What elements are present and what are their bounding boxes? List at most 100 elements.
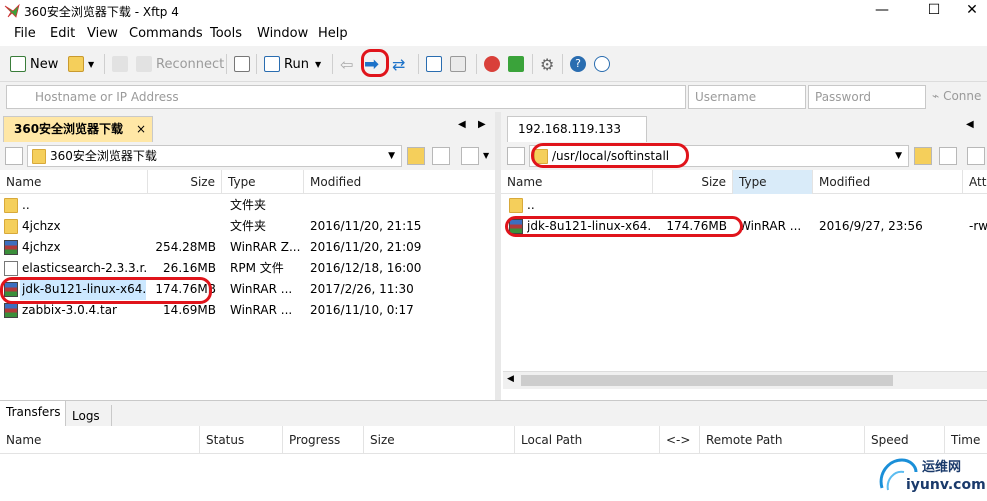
column-size[interactable]: Size: [653, 170, 733, 194]
parent-folder-icon[interactable]: [914, 147, 932, 165]
watermark-text-top: 运维网: [922, 460, 962, 475]
menu-view[interactable]: View: [87, 26, 118, 41]
column-time-left[interactable]: Time L: [945, 426, 987, 475]
column-speed[interactable]: Speed: [865, 426, 945, 454]
file-name: 4jchzx: [22, 219, 61, 233]
reconnect-button[interactable]: Reconnect: [136, 54, 224, 74]
column-modified[interactable]: Modified: [304, 170, 495, 194]
column-remote-path[interactable]: Remote Path: [700, 426, 865, 454]
password-input[interactable]: Password: [808, 85, 926, 109]
column-progress[interactable]: Progress: [283, 426, 364, 454]
tab-close-icon[interactable]: ×: [136, 117, 146, 141]
panel-toggle-icon[interactable]: [5, 147, 23, 165]
run-button[interactable]: Run ▼: [264, 54, 321, 74]
file-type: WinRAR ...: [230, 282, 293, 296]
column-direction[interactable]: <->: [660, 426, 700, 454]
column-attr[interactable]: Attr: [963, 170, 987, 194]
menu-window[interactable]: Window: [257, 26, 308, 41]
new-button[interactable]: New: [10, 54, 58, 74]
arrow-left-icon: ⇦: [340, 54, 354, 74]
close-button[interactable]: ✕: [952, 0, 987, 22]
sync-button[interactable]: ⇄: [392, 54, 405, 74]
column-size[interactable]: Size: [148, 170, 222, 194]
file-name: jdk-8u121-linux-x64...: [22, 282, 146, 296]
tab-scroll-left-icon[interactable]: ◀: [966, 119, 974, 130]
left-path-combo[interactable]: 360安全浏览器下载 ▼: [27, 145, 402, 167]
properties-button[interactable]: [234, 54, 254, 74]
open-folder-button[interactable]: ▼: [68, 54, 94, 74]
column-modified[interactable]: Modified: [813, 170, 963, 194]
list-item[interactable]: zabbix-3.0.4.tar 14.69MB WinRAR ... 2016…: [0, 300, 495, 321]
list-item[interactable]: jdk-8u121-linux-x64... 174.76MB WinRAR .…: [501, 216, 987, 237]
column-type[interactable]: Type: [733, 170, 813, 194]
tab-remote-session[interactable]: 192.168.119.133: [507, 116, 647, 142]
xshell-button[interactable]: [484, 54, 504, 74]
list-item[interactable]: .. 文件夹: [0, 195, 495, 216]
menu-help[interactable]: Help: [318, 26, 348, 41]
feedback-button[interactable]: [594, 54, 614, 74]
tab-scroll-right-icon[interactable]: ▶: [478, 119, 486, 130]
xftp-button[interactable]: [508, 54, 528, 74]
file-size: 174.76MB: [666, 219, 727, 233]
copy-icon: [426, 56, 442, 72]
parent-folder-icon[interactable]: [407, 147, 425, 165]
column-name[interactable]: Name: [501, 170, 653, 194]
folder-icon: [32, 149, 46, 164]
scroll-left-icon[interactable]: ◀: [507, 374, 514, 384]
tab-transfers[interactable]: Transfers: [0, 401, 66, 427]
list-item[interactable]: ..: [501, 195, 987, 216]
tab-logs[interactable]: Logs: [66, 405, 112, 427]
file-type: WinRAR ...: [230, 303, 293, 317]
options-button[interactable]: ⚙: [540, 54, 554, 74]
copy-button[interactable]: [426, 54, 446, 74]
tab-scroll-left-icon[interactable]: ◀: [458, 119, 466, 130]
tab-local-folder[interactable]: 360安全浏览器下载 ×: [3, 116, 153, 142]
left-file-list-header: Name Size Type Modified: [0, 170, 495, 194]
help-button[interactable]: ?: [570, 54, 590, 74]
view-mode-icon[interactable]: [461, 147, 479, 165]
connect-button[interactable]: ⌁ Conne: [932, 89, 981, 103]
file-modified: 2016/12/18, 16:00: [310, 261, 422, 275]
file-name: elasticsearch-2.3.3.r...: [22, 261, 146, 275]
scrollbar-thumb[interactable]: [521, 375, 893, 386]
list-item[interactable]: 4jchzx 254.28MB WinRAR Z... 2016/11/20, …: [0, 237, 495, 258]
column-status[interactable]: Status: [200, 426, 283, 454]
transfer-right-button[interactable]: ➡: [364, 54, 379, 75]
column-name[interactable]: Name: [0, 426, 200, 454]
refresh-icon[interactable]: [939, 147, 957, 165]
chevron-down-icon: ▼: [895, 151, 902, 161]
column-name[interactable]: Name: [0, 170, 148, 194]
horizontal-scrollbar[interactable]: ◀: [503, 371, 987, 389]
file-size: 26.16MB: [163, 261, 216, 275]
column-type[interactable]: Type: [222, 170, 304, 194]
help-icon: ?: [570, 56, 586, 72]
minimize-button[interactable]: —: [862, 0, 902, 22]
file-name: ..: [22, 198, 30, 212]
hostname-input[interactable]: Hostname or IP Address: [6, 85, 686, 109]
menu-tools[interactable]: Tools: [210, 26, 242, 41]
paste-button[interactable]: [450, 54, 470, 74]
watermark-logo: 运维网 iyunv.com: [876, 452, 986, 498]
file-size: 14.69MB: [163, 303, 216, 317]
right-path-combo[interactable]: /usr/local/softinstall ▼: [529, 145, 909, 167]
list-item-selected[interactable]: jdk-8u121-linux-x64... 174.76MB WinRAR .…: [0, 279, 495, 300]
chevron-down-icon[interactable]: ▼: [483, 151, 489, 160]
disconnect-button[interactable]: [112, 54, 132, 74]
file-name: jdk-8u121-linux-x64...: [527, 219, 651, 233]
column-size[interactable]: Size: [364, 426, 515, 454]
panel-toggle-icon[interactable]: [507, 147, 525, 165]
maximize-button[interactable]: ☐: [914, 0, 954, 22]
refresh-icon[interactable]: [432, 147, 450, 165]
gear-icon: ⚙: [540, 54, 555, 74]
file-modified: 2016/11/10, 0:17: [310, 303, 414, 317]
file-type: RPM 文件: [230, 261, 284, 275]
username-input[interactable]: Username: [688, 85, 806, 109]
transfer-left-button[interactable]: ⇦: [340, 54, 353, 74]
menu-file[interactable]: File: [14, 26, 36, 41]
list-item[interactable]: elasticsearch-2.3.3.r... 26.16MB RPM 文件 …: [0, 258, 495, 279]
menu-edit[interactable]: Edit: [50, 26, 75, 41]
list-item[interactable]: 4jchzx 文件夹 2016/11/20, 21:15: [0, 216, 495, 237]
column-local-path[interactable]: Local Path: [515, 426, 660, 454]
menu-commands[interactable]: Commands: [129, 26, 203, 41]
view-mode-icon[interactable]: [967, 147, 985, 165]
